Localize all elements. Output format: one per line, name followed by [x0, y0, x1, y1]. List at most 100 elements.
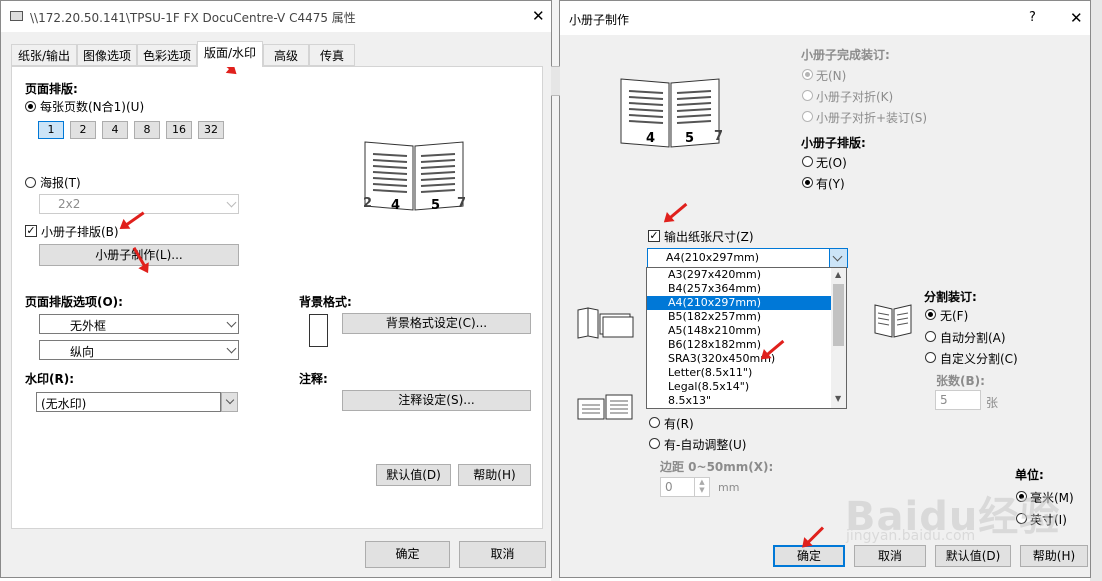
- watermark-dropdown-button[interactable]: [221, 392, 238, 412]
- split-auto-radio[interactable]: [925, 331, 936, 342]
- open-book-split-icon: [873, 301, 913, 339]
- margin-unit: mm: [718, 481, 740, 494]
- booklet-preview-image: 4 5 7: [617, 71, 723, 151]
- binding-none-label: 无(N): [816, 69, 847, 83]
- list-item[interactable]: A3(297x420mm): [647, 268, 831, 282]
- poster-radio[interactable]: [25, 177, 36, 188]
- margin-input-value: 0: [665, 480, 673, 494]
- default-button[interactable]: 默认值(D): [376, 464, 451, 486]
- gutter-auto-label: 有-自动调整(U): [664, 438, 747, 452]
- margin-label: 边距 0~50mm(X):: [660, 460, 774, 474]
- list-item[interactable]: A5(148x210mm): [647, 324, 831, 338]
- layout-yes-radio[interactable]: [802, 177, 813, 188]
- watermark-heading: 水印(R):: [25, 372, 75, 386]
- poster-select: 2x2: [39, 194, 239, 214]
- scrollbar[interactable]: ▲ ▼: [831, 268, 846, 408]
- open-book-icon: [364, 141, 464, 211]
- watermark-select[interactable]: (无水印): [36, 392, 221, 412]
- watermark-logo: Baidu经验 jingyan.baidu.com: [845, 484, 1080, 544]
- chevron-down-icon: [225, 395, 235, 405]
- preview-page-4: 4: [646, 131, 656, 146]
- tab-layout-watermark[interactable]: 版面/水印: [197, 41, 263, 67]
- tab-paper-output[interactable]: 纸张/输出: [11, 44, 77, 66]
- list-item[interactable]: B4(257x364mm): [647, 282, 831, 296]
- scrollbar-thumb[interactable]: [833, 284, 844, 346]
- cancel-button[interactable]: 取消: [854, 545, 926, 567]
- orientation-select[interactable]: 纵向: [39, 340, 239, 360]
- booklet-layout-heading: 小册子排版:: [801, 136, 866, 150]
- booklet-label: 小册子排版(B): [41, 225, 119, 239]
- background-settings-button[interactable]: 背景格式设定(C)...: [342, 313, 531, 334]
- pages-option-32[interactable]: 32: [198, 121, 224, 139]
- document-icon: [309, 314, 328, 347]
- annotation-settings-button[interactable]: 注释设定(S)...: [342, 390, 531, 411]
- list-item[interactable]: B5(182x257mm): [647, 310, 831, 324]
- binding-fold-radio: [802, 90, 813, 101]
- stack-booklet-icon: [576, 306, 636, 340]
- gutter-booklet-icon: [576, 393, 636, 423]
- help-button[interactable]: 帮助(H): [458, 464, 531, 486]
- pages-option-4[interactable]: 4: [102, 121, 128, 139]
- binding-heading: 小册子完成装订:: [801, 48, 890, 62]
- border-select-value: 无外框: [70, 319, 107, 333]
- split-custom-radio[interactable]: [925, 352, 936, 363]
- list-item[interactable]: SRA3(320x450mm): [647, 352, 831, 366]
- layout-no-radio[interactable]: [802, 156, 813, 167]
- list-item-selected[interactable]: A4(210x297mm): [647, 296, 831, 310]
- split-custom-label: 自定义分割(C): [940, 352, 1018, 366]
- preview-page-7: 7: [457, 196, 467, 211]
- close-icon[interactable]: ✕: [532, 7, 545, 25]
- background-heading: 背景格式:: [299, 295, 352, 309]
- list-item[interactable]: Letter(8.5x11"): [647, 366, 831, 380]
- pages-option-2[interactable]: 2: [70, 121, 96, 139]
- poster-label: 海报(T): [40, 176, 81, 190]
- preview-page-5: 5: [431, 198, 441, 213]
- preview-page-2: 2: [363, 196, 373, 211]
- scroll-up-icon[interactable]: ▲: [835, 270, 841, 279]
- split-none-label: 无(F): [940, 309, 969, 323]
- sheets-label: 张数(B):: [936, 374, 985, 388]
- binding-fold-label: 小册子对折(K): [816, 90, 894, 104]
- sheets-unit: 张: [986, 396, 999, 410]
- watermark-select-value: (无水印): [41, 397, 87, 411]
- pages-option-8[interactable]: 8: [134, 121, 160, 139]
- poster-select-value: 2x2: [58, 197, 81, 211]
- output-size-checkbox[interactable]: ✓: [648, 230, 660, 242]
- list-item[interactable]: Legal(8.5x14"): [647, 380, 831, 394]
- booklet-preview-image: 2 4 5 7: [361, 134, 467, 214]
- paper-size-dropdown-list: A3(297x420mm) B4(257x364mm) A4(210x297mm…: [646, 267, 847, 409]
- pages-option-1[interactable]: 1: [38, 121, 64, 139]
- pages-option-16[interactable]: 16: [166, 121, 192, 139]
- tab-color-options[interactable]: 色彩选项: [137, 44, 197, 66]
- binding-fold-staple-label: 小册子对折+装订(S): [816, 111, 928, 125]
- gutter-yes-label: 有(R): [664, 417, 694, 431]
- list-item[interactable]: B6(128x182mm): [647, 338, 831, 352]
- output-size-label: 输出纸张尺寸(Z): [664, 230, 754, 244]
- unit-heading: 单位:: [1015, 468, 1044, 482]
- list-item[interactable]: 8.5x13": [647, 394, 831, 408]
- preview-page-4: 4: [391, 198, 401, 213]
- scroll-down-icon[interactable]: ▼: [835, 394, 841, 403]
- open-book-icon: [620, 78, 720, 148]
- output-size-select[interactable]: A4(210x297mm): [647, 248, 848, 268]
- layout-yes-label: 有(Y): [816, 177, 845, 191]
- tab-image-options[interactable]: 图像选项: [77, 44, 137, 66]
- tab-advanced[interactable]: 高级: [263, 44, 309, 66]
- chevron-down-icon: [226, 317, 237, 328]
- ok-button[interactable]: 确定: [365, 541, 450, 568]
- gutter-yes-radio[interactable]: [649, 417, 660, 428]
- split-none-radio[interactable]: [925, 309, 936, 320]
- split-auto-label: 自动分割(A): [940, 331, 1006, 345]
- tab-fax[interactable]: 传真: [309, 44, 355, 66]
- booklet-checkbox[interactable]: ✓: [25, 225, 37, 237]
- title-bar: \\172.20.50.141\TPSU-1F FX DocuCentre-V …: [1, 1, 551, 32]
- default-button[interactable]: 默认值(D): [935, 545, 1011, 567]
- close-icon[interactable]: ✕: [1070, 9, 1083, 27]
- cancel-button[interactable]: 取消: [459, 541, 546, 568]
- border-select[interactable]: 无外框: [39, 314, 239, 334]
- pages-per-sheet-radio[interactable]: [25, 101, 36, 112]
- gutter-auto-radio[interactable]: [649, 438, 660, 449]
- split-heading: 分割装订:: [924, 290, 977, 304]
- help-icon[interactable]: ?: [1029, 10, 1036, 25]
- help-button[interactable]: 帮助(H): [1020, 545, 1088, 567]
